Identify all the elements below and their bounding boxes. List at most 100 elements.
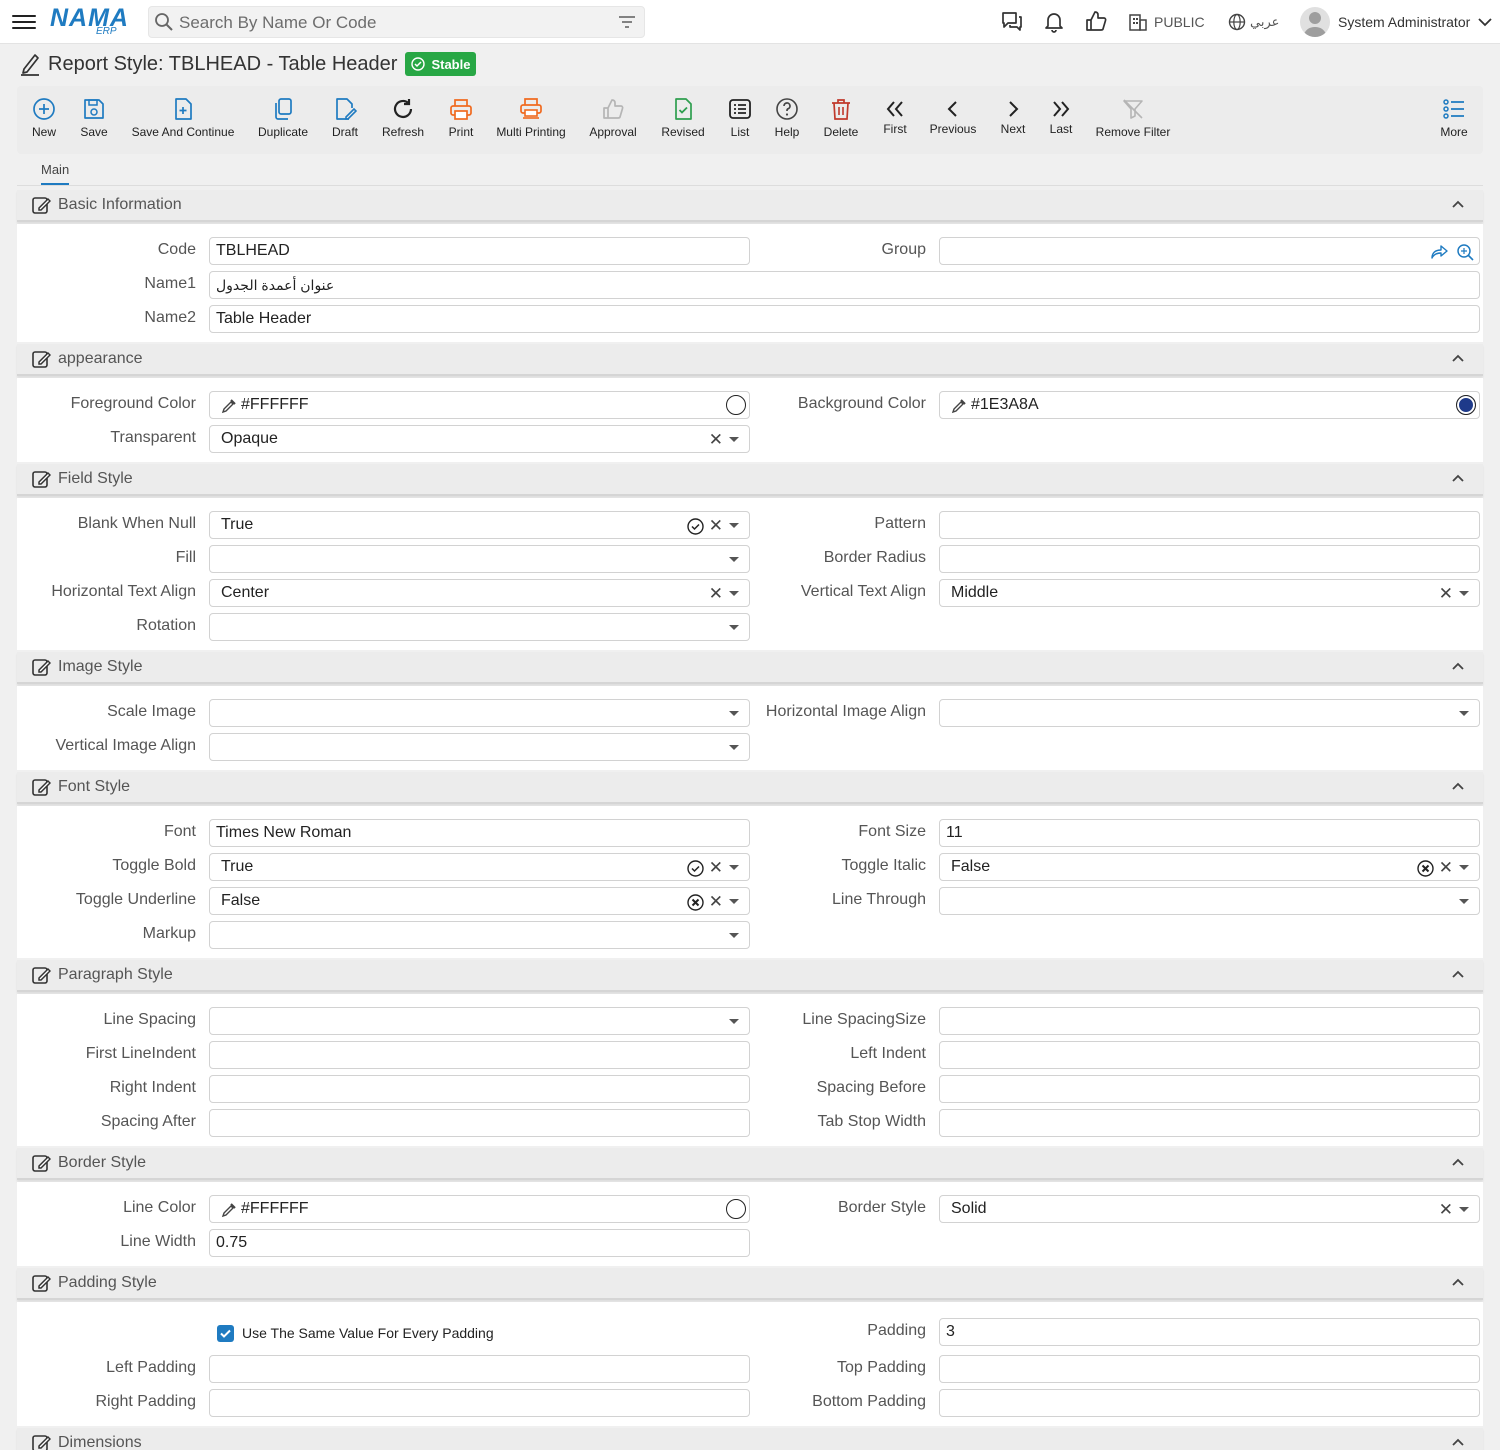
list-button[interactable]: List — [725, 86, 755, 154]
line-through-select[interactable] — [939, 887, 1480, 915]
section-basic-information[interactable]: Basic Information — [17, 190, 1483, 222]
vertical-text-align-select[interactable]: Middle ✕ — [939, 579, 1480, 607]
multi-printing-button[interactable]: Multi Printing — [495, 86, 567, 154]
section-field-style[interactable]: Field Style — [17, 464, 1483, 496]
clear-icon[interactable]: ✕ — [1439, 859, 1453, 876]
font-field[interactable]: Times New Roman — [209, 819, 750, 847]
tab-main[interactable]: Main — [41, 162, 70, 185]
spacing-before-field[interactable] — [939, 1075, 1480, 1103]
line-spacing-size-field[interactable] — [939, 1007, 1480, 1035]
dropdown-caret-icon[interactable] — [729, 437, 739, 442]
color-swatch[interactable] — [726, 1199, 746, 1219]
last-button[interactable]: Last — [1047, 86, 1075, 154]
padding-field[interactable]: 3 — [939, 1318, 1480, 1346]
line-width-field[interactable]: 0.75 — [209, 1229, 750, 1257]
first-line-indent-field[interactable] — [209, 1041, 750, 1069]
dropdown-caret-icon[interactable] — [729, 625, 739, 630]
next-button[interactable]: Next — [997, 86, 1029, 154]
new-button[interactable]: New — [29, 86, 59, 154]
background-color-field[interactable]: #1E3A8A — [939, 391, 1480, 419]
right-indent-field[interactable] — [209, 1075, 750, 1103]
bell-icon[interactable] — [1042, 9, 1066, 33]
revised-button[interactable]: Revised — [659, 86, 707, 154]
clear-icon[interactable]: ✕ — [709, 517, 723, 534]
share-icon[interactable] — [1431, 244, 1449, 260]
first-button[interactable]: First — [881, 86, 909, 154]
eyedropper-icon[interactable] — [221, 398, 237, 414]
eyedropper-icon[interactable] — [951, 398, 967, 414]
toggle-underline-select[interactable]: False ✕ — [209, 887, 750, 915]
markup-select[interactable] — [209, 921, 750, 949]
draft-button[interactable]: Draft — [329, 86, 361, 154]
filter-icon[interactable] — [618, 14, 636, 30]
color-swatch[interactable] — [1456, 395, 1476, 415]
previous-button[interactable]: Previous — [927, 86, 979, 154]
rotation-select[interactable] — [209, 613, 750, 641]
border-radius-field[interactable] — [939, 545, 1480, 573]
line-spacing-select[interactable] — [209, 1007, 750, 1035]
dropdown-caret-icon[interactable] — [729, 899, 739, 904]
section-dimensions[interactable]: Dimensions — [17, 1428, 1483, 1450]
like-icon[interactable] — [1084, 9, 1108, 33]
spacing-after-field[interactable] — [209, 1109, 750, 1137]
transparent-select[interactable]: Opaque ✕ — [209, 425, 750, 453]
scale-image-select[interactable] — [209, 699, 750, 727]
dropdown-caret-icon[interactable] — [1459, 865, 1469, 870]
dropdown-caret-icon[interactable] — [729, 711, 739, 716]
clear-icon[interactable]: ✕ — [709, 893, 723, 910]
bottom-padding-field[interactable] — [939, 1389, 1480, 1417]
section-image-style[interactable]: Image Style — [17, 652, 1483, 684]
section-paragraph-style[interactable]: Paragraph Style — [17, 960, 1483, 992]
duplicate-button[interactable]: Duplicate — [255, 86, 311, 154]
section-padding-style[interactable]: Padding Style — [17, 1268, 1483, 1300]
line-color-field[interactable]: #FFFFFF — [209, 1195, 750, 1223]
clear-icon[interactable]: ✕ — [1439, 1201, 1453, 1218]
clear-icon[interactable]: ✕ — [709, 859, 723, 876]
approval-button[interactable]: Approval — [585, 86, 641, 154]
language-button[interactable]: عربي — [1228, 11, 1279, 33]
dropdown-caret-icon[interactable] — [729, 523, 739, 528]
dropdown-caret-icon[interactable] — [1459, 1207, 1469, 1212]
dropdown-caret-icon[interactable] — [1459, 591, 1469, 596]
color-swatch[interactable] — [726, 395, 746, 415]
blank-when-null-select[interactable]: True ✕ — [209, 511, 750, 539]
save-and-continue-button[interactable]: Save And Continue — [129, 86, 237, 154]
group-field[interactable] — [939, 237, 1480, 265]
user-menu[interactable]: System Administrator — [1300, 6, 1492, 38]
section-font-style[interactable]: Font Style — [17, 772, 1483, 804]
dropdown-caret-icon[interactable] — [729, 1019, 739, 1024]
save-button[interactable]: Save — [77, 86, 111, 154]
help-button[interactable]: Help — [773, 86, 801, 154]
clear-icon[interactable]: ✕ — [1439, 585, 1453, 602]
chat-icon[interactable] — [1000, 9, 1024, 33]
font-size-field[interactable]: 11 — [939, 819, 1480, 847]
dropdown-caret-icon[interactable] — [729, 557, 739, 562]
same-padding-checkbox[interactable]: Use The Same Value For Every Padding — [217, 1323, 494, 1343]
search-input[interactable] — [179, 12, 599, 34]
left-padding-field[interactable] — [209, 1355, 750, 1383]
remove-filter-button[interactable]: Remove Filter — [1093, 86, 1173, 154]
code-field[interactable]: TBLHEAD — [209, 237, 750, 265]
search-lookup-icon[interactable] — [1456, 243, 1474, 261]
tab-stop-width-field[interactable] — [939, 1109, 1480, 1137]
more-button[interactable]: More — [1435, 86, 1473, 154]
dropdown-caret-icon[interactable] — [729, 745, 739, 750]
name1-field[interactable]: عنوان أعمدة الجدول — [209, 271, 1480, 299]
top-padding-field[interactable] — [939, 1355, 1480, 1383]
dropdown-caret-icon[interactable] — [729, 865, 739, 870]
eyedropper-icon[interactable] — [221, 1202, 237, 1218]
checkbox-checked-icon[interactable] — [217, 1324, 234, 1342]
pattern-field[interactable] — [939, 511, 1480, 539]
clear-icon[interactable]: ✕ — [709, 431, 723, 448]
border-style-select[interactable]: Solid ✕ — [939, 1195, 1480, 1223]
menu-icon[interactable] — [12, 11, 36, 33]
section-border-style[interactable]: Border Style — [17, 1148, 1483, 1180]
right-padding-field[interactable] — [209, 1389, 750, 1417]
fill-select[interactable] — [209, 545, 750, 573]
name2-field[interactable]: Table Header — [209, 305, 1480, 333]
dropdown-caret-icon[interactable] — [1459, 899, 1469, 904]
clear-icon[interactable]: ✕ — [709, 585, 723, 602]
foreground-color-field[interactable]: #FFFFFF — [209, 391, 750, 419]
public-branch-button[interactable]: PUBLIC — [1128, 11, 1205, 33]
print-button[interactable]: Print — [445, 86, 477, 154]
